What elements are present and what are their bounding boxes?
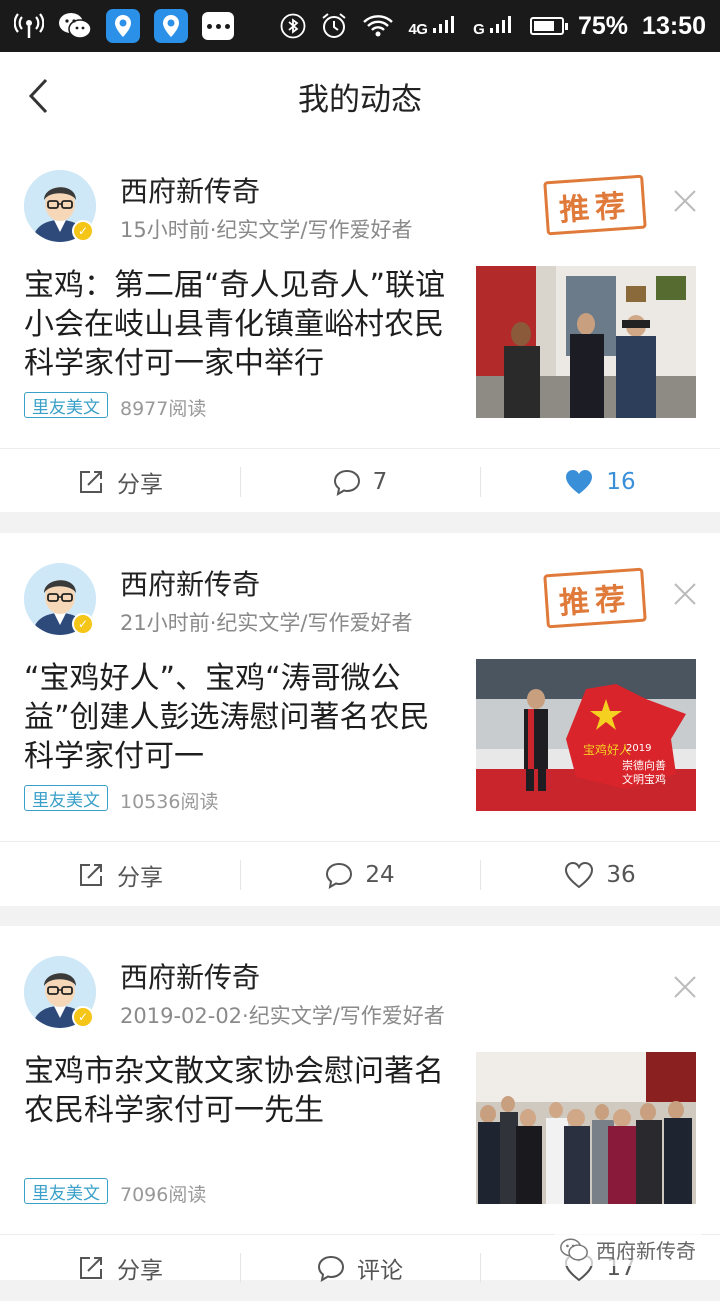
recommended-stamp: 推荐 — [543, 174, 647, 236]
post-meta: 21小时前·纪实文学/写作爱好者 — [120, 611, 413, 635]
post-card[interactable]: ✓ 西府新传奇 2019-02-02·纪实文学/写作爱好者 宝鸡市杂文散文家协会… — [0, 926, 720, 1284]
heart-icon — [565, 861, 594, 889]
close-icon — [674, 976, 696, 998]
like-count: 36 — [606, 862, 636, 888]
article-title[interactable]: “宝鸡好人”、宝鸡“涛哥微公益”创建人彭选涛慰问著名农民科学家付可一 — [24, 659, 450, 776]
battery-icon — [530, 17, 568, 35]
share-icon — [80, 1257, 102, 1279]
author-name[interactable]: 西府新传奇 — [120, 956, 260, 996]
verified-badge-icon: ✓ — [72, 1006, 94, 1028]
watermark-text: 西府新传奇 — [596, 1239, 696, 1263]
share-icon — [80, 864, 102, 886]
article-thumbnail[interactable]: 宝鸡好人 2019 崇德向善 文明宝鸡 — [476, 659, 696, 811]
message-icon — [202, 12, 234, 40]
share-button[interactable]: 分享 — [0, 449, 240, 515]
comment-button[interactable]: 7 — [240, 449, 480, 515]
author-name[interactable]: 西府新传奇 — [120, 563, 260, 603]
status-bar: 4G G 75% 13:50 — [0, 0, 720, 52]
image-text: 文明宝鸡 — [622, 772, 666, 786]
comment-button[interactable]: 评论 — [240, 1235, 480, 1301]
wechat-icon — [560, 1238, 588, 1261]
signal-g: G — [473, 14, 516, 38]
read-count: 8977阅读 — [120, 398, 207, 420]
share-button[interactable]: 分享 — [0, 1235, 240, 1301]
clock: 13:50 — [642, 11, 706, 40]
hotspot-icon — [14, 13, 44, 39]
post-card[interactable]: ✓ 西府新传奇 15小时前·纪实文学/写作爱好者 推荐 宝鸡：第二届“奇人见奇人… — [0, 140, 720, 512]
signal-4g: 4G — [408, 14, 459, 38]
post-card[interactable]: ✓ 西府新传奇 21小时前·纪实文学/写作爱好者 推荐 “宝鸡好人”、宝鸡“涛哥… — [0, 533, 720, 906]
wifi-icon — [362, 13, 394, 39]
map-app-icon — [106, 9, 140, 43]
verified-badge-icon: ✓ — [72, 613, 94, 635]
category-tag[interactable]: 里友美文 — [24, 392, 108, 418]
image-text: 崇德向善 — [622, 758, 666, 772]
comment-icon — [317, 1255, 345, 1282]
wechat-icon — [58, 12, 92, 40]
comment-icon — [333, 469, 360, 496]
category-tag[interactable]: 里友美文 — [24, 1178, 108, 1204]
dismiss-button[interactable] — [670, 579, 700, 609]
comment-button[interactable]: 24 — [240, 842, 480, 908]
top-navigation-bar: 我的动态 — [0, 52, 720, 141]
comment-count: 7 — [372, 469, 388, 495]
post-meta: 15小时前·纪实文学/写作爱好者 — [120, 218, 413, 242]
close-icon — [674, 190, 696, 212]
bluetooth-icon — [280, 13, 306, 39]
article-thumbnail[interactable] — [476, 266, 696, 418]
chevron-left-icon — [28, 78, 48, 114]
post-meta: 2019-02-02·纪实文学/写作爱好者 — [120, 1004, 445, 1028]
article-title[interactable]: 宝鸡市杂文散文家协会慰问著名农民科学家付可一先生 — [24, 1052, 450, 1130]
map-app-icon-2 — [154, 9, 188, 43]
comment-count: 24 — [365, 862, 395, 888]
read-count: 7096阅读 — [120, 1184, 207, 1206]
like-button[interactable]: 36 — [480, 842, 720, 908]
image-text: 宝鸡好人 — [583, 742, 631, 757]
action-bar: 分享 7 16 — [0, 448, 720, 515]
share-label: 分享 — [117, 472, 163, 498]
page-title: 我的动态 — [298, 81, 422, 118]
image-text: 2019 — [626, 743, 651, 754]
back-button[interactable] — [18, 74, 58, 118]
recommended-stamp: 推荐 — [543, 567, 647, 629]
action-bar: 分享 24 36 — [0, 841, 720, 908]
share-button[interactable]: 分享 — [0, 842, 240, 908]
article-title[interactable]: 宝鸡：第二届“奇人见奇人”联谊小会在岐山县青化镇童峪村农民科学家付可一家中举行 — [24, 266, 450, 383]
verified-badge-icon: ✓ — [72, 220, 94, 242]
comment-icon — [326, 862, 353, 889]
dismiss-button[interactable] — [670, 186, 700, 216]
like-button[interactable]: 16 — [480, 449, 720, 515]
category-tag[interactable]: 里友美文 — [24, 785, 108, 811]
heart-filled-icon — [566, 470, 593, 494]
author-name[interactable]: 西府新传奇 — [120, 170, 260, 210]
article-thumbnail[interactable] — [476, 1052, 696, 1204]
like-count: 16 — [606, 469, 636, 495]
battery-percent: 75% — [578, 11, 629, 40]
dismiss-button[interactable] — [670, 972, 700, 1002]
share-icon — [80, 471, 102, 493]
watermark: 西府新传奇 — [554, 1233, 702, 1266]
read-count: 10536阅读 — [120, 791, 219, 813]
close-icon — [674, 583, 696, 605]
share-label: 分享 — [117, 865, 163, 891]
alarm-icon — [320, 12, 348, 40]
